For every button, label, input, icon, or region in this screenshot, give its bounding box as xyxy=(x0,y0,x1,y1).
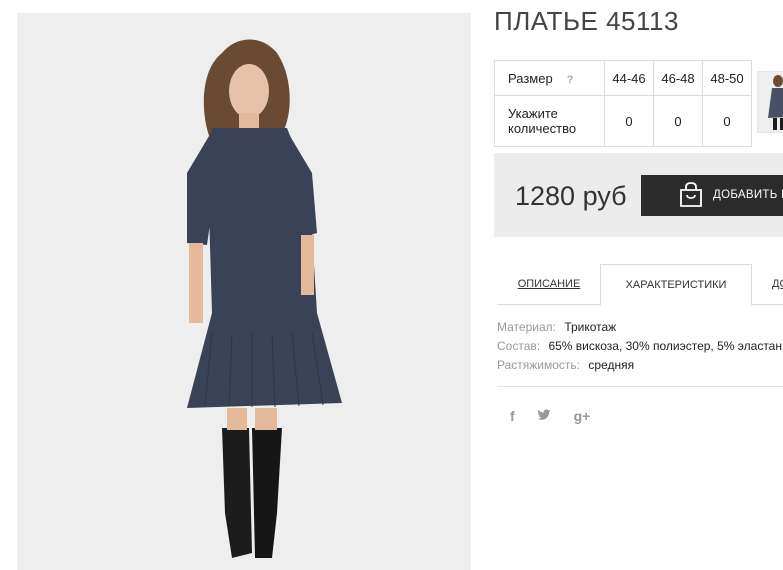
tab-description[interactable]: ОПИСАНИЕ xyxy=(497,264,601,304)
google-plus-icon[interactable]: g+ xyxy=(574,408,591,424)
quantity-input[interactable]: 0 xyxy=(604,95,654,147)
characteristic-key: Материал: xyxy=(497,320,556,334)
social-share: f g+ xyxy=(510,408,608,426)
shopping-bag-icon xyxy=(679,182,703,211)
quantity-input[interactable]: 0 xyxy=(653,95,703,147)
product-photo[interactable] xyxy=(17,13,471,570)
characteristic-row: Состав: 65% вискоза, 30% полиэстер, 5% э… xyxy=(497,337,782,356)
tab-description-label: ОПИСАНИЕ xyxy=(517,278,581,290)
size-option: 48-50 xyxy=(702,60,752,96)
product-thumbnail[interactable] xyxy=(757,71,783,133)
characteristic-row: Материал: Трикотаж xyxy=(497,318,782,337)
add-to-cart-label: ДОБАВИТЬ В xyxy=(713,189,783,201)
tab-characteristics[interactable]: ХАРАКТЕРИСТИКИ xyxy=(600,264,752,306)
characteristic-value: 65% вискоза, 30% полиэстер, 5% эластан xyxy=(548,339,782,353)
characteristic-value: средняя xyxy=(588,358,635,372)
quantity-row: Укажите количество 0 0 0 xyxy=(494,95,752,147)
size-label: Размер xyxy=(508,70,553,86)
product-title: ПЛАТЬЕ 45113 xyxy=(494,6,679,36)
twitter-icon[interactable] xyxy=(537,408,551,424)
tab-characteristics-label: ХАРАКТЕРИСТИКИ xyxy=(625,279,727,291)
characteristics-list: Материал: Трикотаж Состав: 65% вискоза, … xyxy=(497,318,782,375)
characteristic-key: Состав: xyxy=(497,339,541,353)
product-price: 1280 руб xyxy=(515,181,627,211)
model-illustration xyxy=(187,39,342,558)
characteristic-row: Растяжимость: средняя xyxy=(497,356,782,375)
tab-additional[interactable]: ДО xyxy=(772,264,783,304)
characteristic-key: Растяжимость: xyxy=(497,358,581,372)
thumbnail-image xyxy=(768,75,783,130)
product-tabs: ОПИСАНИЕ ХАРАКТЕРИСТИКИ ДО xyxy=(497,264,783,306)
price-block: 1280 руб ДОБАВИТЬ В xyxy=(494,153,783,237)
quantity-label-line2: количество xyxy=(508,121,577,136)
quantity-label-cell: Укажите количество xyxy=(494,95,605,147)
size-option: 46-48 xyxy=(653,60,703,96)
size-quantity-table: Размер? 44-46 46-48 48-50 Укажите количе… xyxy=(494,60,752,147)
size-option: 44-46 xyxy=(604,60,654,96)
quantity-label-line1: Укажите xyxy=(508,106,558,121)
help-icon[interactable]: ? xyxy=(567,74,574,86)
characteristic-value: Трикотаж xyxy=(564,320,617,334)
add-to-cart-button[interactable]: ДОБАВИТЬ В xyxy=(641,175,783,216)
divider xyxy=(497,386,783,387)
size-row: Размер? 44-46 46-48 48-50 xyxy=(494,60,752,96)
facebook-icon[interactable]: f xyxy=(510,408,515,424)
size-label-cell: Размер? xyxy=(494,60,605,96)
quantity-input[interactable]: 0 xyxy=(702,95,752,147)
